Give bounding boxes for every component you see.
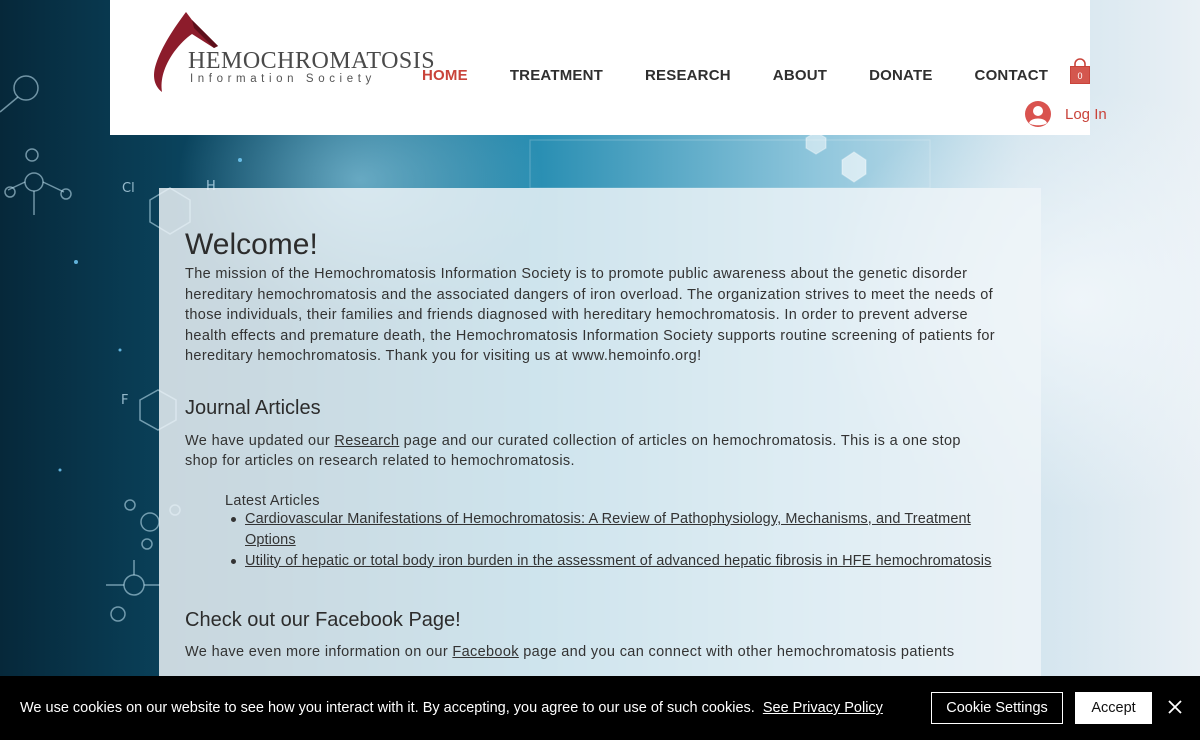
cookie-banner: We use cookies on our website to see how… <box>0 676 1200 740</box>
article-list: Cardiovascular Manifestations of Hemochr… <box>231 509 995 572</box>
welcome-heading: Welcome! <box>185 228 318 261</box>
main-nav: HOME TREATMENT RESEARCH ABOUT DONATE CON… <box>422 67 1048 84</box>
cookie-close-button[interactable] <box>1167 699 1183 720</box>
close-icon <box>1168 700 1182 714</box>
cookie-message: We use cookies on our website to see how… <box>20 700 883 716</box>
mission-text: The mission of the Hemochromatosis Infor… <box>185 266 995 364</box>
svg-text:F: F <box>121 393 128 408</box>
user-avatar-icon <box>1025 101 1051 127</box>
list-item: Utility of hepatic or total body iron bu… <box>231 551 995 572</box>
site-header: HEMOCHROMATOSIS Information Society HOME… <box>110 0 1090 135</box>
research-link[interactable]: Research <box>334 433 399 449</box>
journal-heading: Journal Articles <box>185 396 321 419</box>
article-link-1[interactable]: Cardiovascular Manifestations of Hemochr… <box>245 511 971 548</box>
accept-button[interactable]: Accept <box>1075 692 1152 724</box>
logo-subtitle: Information Society <box>190 73 376 85</box>
facebook-heading: Check out our Facebook Page! <box>185 608 461 631</box>
site-logo[interactable]: HEMOCHROMATOSIS Information Society <box>152 8 435 96</box>
shopping-bag-icon: 0 <box>1070 58 1090 84</box>
journal-text: We have updated our Research page and ou… <box>185 431 995 472</box>
login-label: Log In <box>1065 105 1107 123</box>
nav-home[interactable]: HOME <box>422 67 468 84</box>
login-button[interactable]: Log In <box>1024 100 1107 128</box>
latest-articles-label: Latest Articles <box>225 492 320 509</box>
nav-research[interactable]: RESEARCH <box>645 67 731 84</box>
nav-donate[interactable]: DONATE <box>869 67 932 84</box>
facebook-text: We have even more information on our Fac… <box>185 642 995 663</box>
article-link-2[interactable]: Utility of hepatic or total body iron bu… <box>245 553 991 569</box>
nav-contact[interactable]: CONTACT <box>975 67 1049 84</box>
facebook-text-before: We have even more information on our <box>185 643 453 660</box>
privacy-policy-link[interactable]: See Privacy Policy <box>763 700 883 716</box>
svg-text:Cl: Cl <box>122 181 135 196</box>
facebook-text-after: page and you can connect with other hemo… <box>518 643 955 660</box>
journal-text-before: We have updated our <box>185 432 335 449</box>
main-content: Welcome! The mission of the Hemochromato… <box>185 228 995 662</box>
logo-title: HEMOCHROMATOSIS <box>188 48 436 74</box>
cookie-text: We use cookies on our website to see how… <box>20 700 755 716</box>
cart-count: 0 <box>1077 71 1082 81</box>
facebook-link[interactable]: Facebook <box>452 644 518 660</box>
cookie-settings-button[interactable]: Cookie Settings <box>931 692 1063 724</box>
cart-button[interactable]: 0 <box>1069 58 1091 91</box>
nav-treatment[interactable]: TREATMENT <box>510 67 603 84</box>
nav-about[interactable]: ABOUT <box>773 67 827 84</box>
list-item: Cardiovascular Manifestations of Hemochr… <box>231 509 995 551</box>
